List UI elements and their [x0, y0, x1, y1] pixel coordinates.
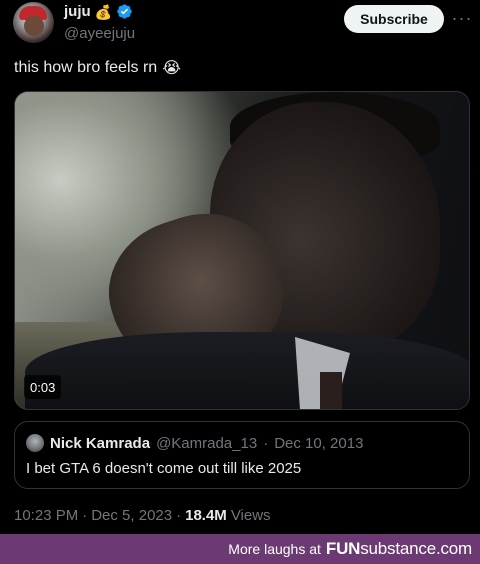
tweet-body: this how bro feels rn [14, 59, 158, 76]
tweet-meta: 10:23 PM · Dec 5, 2023 · 18.4M Views [14, 507, 271, 524]
quote-author-name: Nick Kamrada [50, 434, 151, 452]
views-label: Views [230, 507, 271, 524]
crying-face-icon: 😭 [162, 60, 181, 77]
funsubstance-footer[interactable]: More laughs at FUNsubstance.com [0, 534, 480, 564]
quote-text: I bet GTA 6 doesn't come out till like 2… [26, 460, 302, 477]
funsubstance-logo: FUNsubstance.com [326, 539, 472, 559]
money-bag-icon: 💰 [94, 3, 113, 20]
quote-author-handle: @Kamrada_13 [156, 434, 258, 452]
meta-separator-1: · [82, 507, 88, 524]
tweet-header: juju 💰 @ayeejuju Subscribe ··· [0, 0, 480, 52]
author-name[interactable]: juju [64, 3, 91, 20]
more-options-icon[interactable]: ··· [452, 6, 472, 30]
brand-fun: FUN [325, 539, 361, 558]
brand-sub: substance [360, 539, 436, 558]
quote-date: Dec 10, 2013 [274, 434, 364, 452]
view-count: 18.4M [185, 507, 227, 524]
quote-header: Nick Kamrada @Kamrada_13 · Dec 10, 2013 [26, 434, 363, 452]
verified-badge-icon [117, 4, 132, 19]
quote-avatar [26, 434, 44, 452]
video-duration: 0:03 [24, 375, 62, 399]
tweet-time[interactable]: 10:23 PM [14, 507, 78, 524]
author-name-row: juju 💰 [64, 3, 133, 20]
quoted-tweet[interactable]: Nick Kamrada @Kamrada_13 · Dec 10, 2013 … [14, 421, 470, 489]
tweet-text: this how bro feels rn 😭 [14, 58, 181, 78]
footer-prefix: More laughs at [228, 541, 321, 557]
meta-separator-2: · [176, 507, 182, 524]
quote-separator: · [263, 434, 269, 452]
author-handle[interactable]: @ayeejuju [64, 25, 135, 42]
brand-tld: .com [435, 539, 472, 558]
video-tie [320, 372, 342, 409]
author-avatar[interactable] [13, 2, 54, 43]
tweet-date[interactable]: Dec 5, 2023 [91, 507, 172, 524]
video-player[interactable]: 0:03 [14, 91, 470, 410]
avatar-face [24, 16, 44, 36]
subscribe-button[interactable]: Subscribe [344, 5, 444, 33]
video-suit [25, 332, 469, 409]
